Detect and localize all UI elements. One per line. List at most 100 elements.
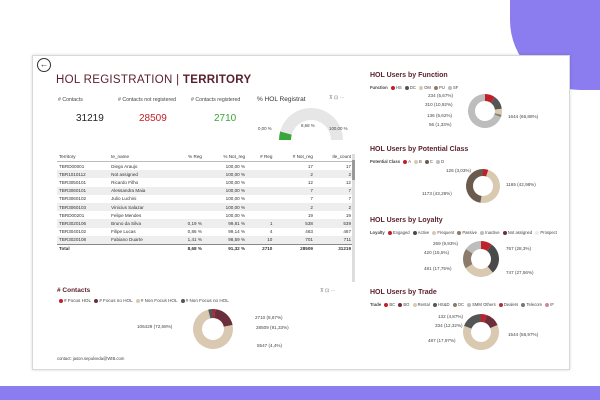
table-cell: TBR3060103: [57, 202, 110, 212]
col-reg[interactable]: # Reg: [247, 151, 275, 162]
donut-label: 334 (12,32%): [435, 323, 463, 328]
donut-label: 1173 (43,28%): [422, 191, 452, 196]
donut-label: 767 (28,3%): [506, 246, 532, 251]
table-cell: 19: [307, 212, 313, 218]
decorative-footer-bar: [0, 386, 600, 400]
trade-legend: Trade BC BO Rental HS&D OC SMM Others De…: [370, 302, 554, 307]
table-row[interactable]: TBR3060102 Julio Luchini 100,00 % 7 7: [57, 195, 353, 203]
table-row[interactable]: TBR1010112 Not assigned 100,00 % 2 2: [57, 170, 353, 179]
visual-header-icons[interactable]: ⊼ ⊡ ⋯: [329, 95, 345, 101]
donut-label: 234 (5,67%): [428, 93, 454, 98]
table-cell: 539: [314, 219, 353, 228]
donut-label: 126 (3,03%): [446, 168, 472, 173]
table-header-row: Territory te_name % Reg % Not_reg # Reg …: [57, 151, 353, 162]
donut-slice[interactable]: [466, 169, 483, 203]
donut-label: 481 (17,75%): [424, 266, 452, 271]
table-cell: TBR3060102: [59, 196, 87, 202]
kpi-contacts-label: # Contacts: [58, 97, 83, 103]
table-cell: 17: [307, 163, 313, 169]
col-not-reg[interactable]: # Not_reg: [274, 151, 315, 162]
potential-legend: Potential Class A B C D: [370, 159, 445, 164]
table-cell: 2: [314, 202, 353, 212]
table-cell: [173, 211, 204, 219]
table-cell: TBRD00201: [59, 212, 85, 218]
table-cell: 2: [274, 170, 315, 179]
table-cell: Not assigned: [109, 170, 174, 179]
table-row[interactable]: TBR3020108 Fabiano Duarte 1,41 % 98,59 % 10 7…: [57, 235, 353, 245]
table-cell: 711: [314, 235, 353, 245]
table-scroll-thumb[interactable]: [352, 160, 355, 180]
contacts-legend: # Focus HOL # Focus no HOL # Non Focus H…: [57, 298, 229, 303]
col-ile-count[interactable]: Ile_count: [314, 151, 353, 162]
table-row[interactable]: TBR3060101 Alessandra Maia 100,00 % 7 7: [57, 186, 353, 195]
col-pct-not-reg[interactable]: % Not_reg: [203, 151, 248, 162]
donut-label: 132 (4,87%): [438, 314, 464, 319]
loyalty-legend: Loyalty Engaged Active Frequent Passive …: [370, 230, 557, 235]
table-cell: Alessandra Maia: [109, 186, 174, 195]
donut-label: 56 (1,33%): [429, 122, 452, 127]
table-row[interactable]: TBRD00201 Felipe Mendes 100,00 % 19 19: [57, 211, 353, 219]
total-cell: 91,32 %: [203, 243, 248, 254]
table-cell: Filipe Lucas: [111, 229, 136, 235]
legend-dot: [135, 298, 140, 303]
table-cell: Diego Araujo: [111, 163, 138, 169]
table-row[interactable]: TBR3020106 Bruno da Silva 0,19 % 99,81 % 1 53…: [57, 219, 353, 228]
table-cell: [247, 195, 274, 203]
legend-item[interactable]: # Non Focus HOL: [141, 298, 178, 303]
table-cell: 2: [274, 202, 315, 212]
kpi-registered-value: 2710: [214, 113, 237, 124]
total-cell: 8,68 %: [173, 243, 204, 254]
col-te-name[interactable]: te_name: [109, 151, 174, 162]
table-cell: [173, 195, 204, 203]
kpi-registered-label: # Contacts registered: [191, 97, 241, 103]
page-title: HOL REGISTRATION | TERRITORY: [56, 74, 252, 86]
donut-label: 487 (17,97%): [428, 338, 456, 343]
table-cell: 100,00 %: [203, 170, 248, 179]
table-cell: 99,81 %: [203, 219, 248, 228]
table-row[interactable]: TBRD00001 Diego Araujo 100,00 % 17 17: [57, 162, 353, 171]
contacts-visual-header-icons[interactable]: ⊼ ⊡ ⋯: [320, 288, 336, 294]
table-cell: TBR3060101: [57, 186, 110, 195]
table-cell: 7: [310, 196, 313, 202]
legend-item[interactable]: # Non Focus no HOL: [186, 298, 229, 303]
gauge-min-label: 0,00 %: [258, 126, 272, 131]
donut-slice[interactable]: [214, 309, 233, 327]
donut-slice[interactable]: [463, 325, 499, 350]
donut-label: 1544 (56,97%): [508, 332, 539, 337]
donut-label: 310 (10,92%): [425, 102, 453, 107]
table-cell: Ricardo Filho: [111, 179, 139, 185]
table-cell: [247, 202, 275, 212]
right-pane: HOL Users by Function Function HS DC OM …: [358, 56, 569, 369]
left-pane: HOL REGISTRATION | TERRITORY # Contacts …: [33, 56, 358, 369]
donut-slice[interactable]: [464, 314, 481, 329]
donut-label: 269 (9,93%): [433, 241, 459, 246]
donut-label: 420 (15,5%): [424, 250, 450, 255]
table-cell: 4: [269, 229, 273, 235]
table-row[interactable]: TBR3040102 Filipe Lucas 0,86 % 99,14 % 4 463 4…: [57, 228, 353, 236]
table-cell: 1: [247, 219, 275, 228]
loyalty-donut: [463, 241, 499, 277]
legend-item[interactable]: # Focus HOL: [64, 298, 91, 303]
table-cell: 1,41 %: [173, 235, 204, 245]
legend-item[interactable]: # Focus no HOL: [99, 298, 132, 303]
table-cell: 0,19 %: [173, 219, 204, 228]
table-cell: 7: [314, 186, 353, 195]
donut-label: 2710 (8,67%): [255, 315, 283, 320]
table-row[interactable]: TBR3060103 Vinicius Salazar 100,00 % 2 2: [57, 202, 353, 212]
total-cell: 2710: [247, 243, 275, 254]
table-cell: 467: [343, 229, 351, 235]
col-pct-reg[interactable]: % Reg: [173, 151, 204, 162]
table-cell: 19: [345, 212, 351, 218]
table-cell: 10: [247, 235, 275, 245]
table-cell: TBR3040102: [59, 229, 87, 235]
table-cell: 12: [345, 179, 351, 185]
function-chart-title: HOL Users by Function: [370, 72, 448, 79]
donut-label: 747 (27,56%): [506, 270, 534, 275]
table-row[interactable]: TBR3050101 Ricardo Filho 100,00 % 12 12: [57, 178, 353, 186]
table-cell: 701: [274, 235, 315, 245]
donut-label: 1644 (66,88%): [508, 114, 539, 119]
table-cell: 100,00 %: [225, 179, 246, 185]
table-cell: [173, 186, 204, 195]
col-territory[interactable]: Territory: [57, 151, 110, 162]
table-cell: 2: [314, 170, 353, 179]
